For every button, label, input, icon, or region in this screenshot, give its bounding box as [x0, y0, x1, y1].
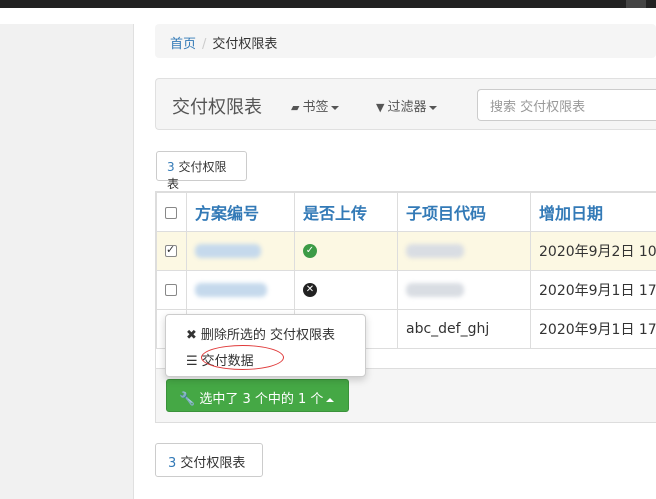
- column-header-uploaded[interactable]: 是否上传: [294, 192, 398, 232]
- annotation-highlight-oval: [201, 345, 284, 370]
- subproject-code-cell: [397, 231, 531, 271]
- sidebar: [0, 24, 134, 499]
- book-icon: ▰: [291, 101, 300, 114]
- row-checkbox[interactable]: [165, 243, 177, 257]
- menu-item-label: 删除所选的 交付权限表: [200, 328, 336, 343]
- result-count-bottom: 3 交付权限表: [155, 443, 263, 477]
- breadcrumb-current: 交付权限表: [212, 37, 278, 52]
- menu-item-delete-selected[interactable]: ✖ 删除所选的 交付权限表: [186, 324, 335, 343]
- result-count-number: 3: [167, 160, 175, 174]
- table-row[interactable]: ✓ 2020年9月2日 10: [156, 231, 656, 271]
- scheme-id-cell: [186, 270, 295, 310]
- breadcrumb-separator: /: [202, 37, 207, 52]
- result-count-top: 3 交付权限表: [156, 151, 247, 191]
- check-circle-icon: ✓: [303, 244, 317, 258]
- result-count-label: 交付权限表: [180, 456, 246, 471]
- subproject-code-cell: [397, 270, 531, 310]
- changelist-header: 交付权限表 ▰ 书签 ▼ 过滤器 搜索 交付权限表: [155, 78, 656, 130]
- list-icon: ☰: [186, 354, 198, 369]
- bookmarks-dropdown[interactable]: ▰ 书签: [291, 96, 340, 115]
- table-row[interactable]: ✕ 2020年9月1日 17: [156, 270, 656, 310]
- row-checkbox[interactable]: [165, 284, 177, 296]
- actions-button-label: 选中了 3 个中的 1 个: [199, 392, 324, 407]
- wrench-icon: 🔧: [179, 392, 196, 407]
- breadcrumb-home-link[interactable]: 首页: [170, 37, 196, 52]
- page-title: 交付权限表: [172, 97, 262, 118]
- bookmarks-label: 书签: [302, 100, 329, 115]
- redacted-link[interactable]: [195, 283, 267, 297]
- table-header-row: 方案编号 是否上传 子项目代码 增加日期: [156, 192, 656, 232]
- filter-icon: ▼: [376, 101, 385, 114]
- uploaded-cell: ✕: [294, 270, 398, 310]
- column-header-subproject-code[interactable]: 子项目代码: [397, 192, 531, 232]
- redacted-text: [406, 244, 464, 258]
- search-input[interactable]: 搜索 交付权限表: [477, 89, 656, 121]
- select-all-cell: [156, 192, 187, 232]
- uploaded-cell: ✓: [294, 231, 398, 271]
- column-header-scheme-id[interactable]: 方案编号: [186, 192, 295, 232]
- filters-dropdown[interactable]: ▼ 过滤器: [376, 96, 438, 115]
- top-navbar: [0, 0, 656, 8]
- row-select-cell: [156, 270, 187, 310]
- actions-dropdown-button[interactable]: 🔧 选中了 3 个中的 1 个: [166, 379, 349, 412]
- breadcrumb: 首页 / 交付权限表: [155, 24, 656, 58]
- added-date-cell: 2020年9月2日 10: [530, 231, 656, 271]
- remove-icon: ✖: [186, 328, 197, 343]
- filters-label: 过滤器: [387, 100, 427, 115]
- select-all-checkbox[interactable]: [165, 207, 177, 219]
- column-header-added-date[interactable]: 增加日期: [530, 192, 656, 232]
- redacted-link[interactable]: [195, 244, 261, 258]
- redacted-text: [406, 283, 464, 297]
- chevron-up-icon: [326, 397, 335, 402]
- scheme-id-cell: [186, 231, 295, 271]
- chevron-down-icon: [429, 105, 438, 110]
- row-select-cell: [156, 231, 187, 271]
- subproject-code-cell: abc_def_ghj: [397, 309, 531, 349]
- result-count-number: 3: [168, 456, 177, 471]
- times-circle-icon: ✕: [303, 283, 317, 297]
- added-date-cell: 2020年9月1日 17: [530, 309, 656, 349]
- navbar-accent: [626, 0, 646, 8]
- added-date-cell: 2020年9月1日 17: [530, 270, 656, 310]
- chevron-down-icon: [331, 105, 340, 110]
